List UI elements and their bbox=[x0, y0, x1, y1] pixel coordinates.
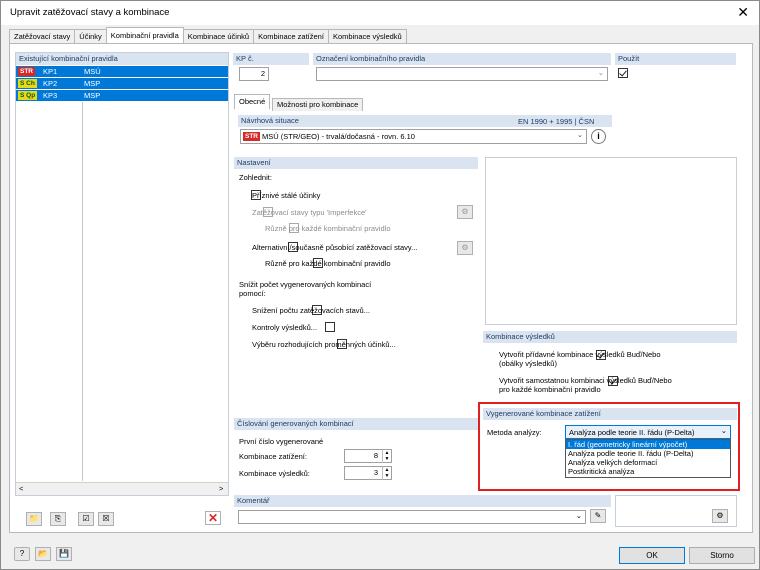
spinner-icon[interactable]: ▲ ▼ bbox=[382, 467, 391, 480]
load-combinations-value: 8 bbox=[373, 451, 378, 460]
create-envelope-label: Vytvořit přídavné kombinace výsledků Buď… bbox=[499, 350, 661, 359]
result-combinations-value: 3 bbox=[373, 468, 378, 477]
comment-dropdown[interactable]: ⌄ bbox=[238, 510, 586, 524]
result-combinations-label: Kombinace výsledků: bbox=[239, 469, 310, 478]
open-icon[interactable]: 📂 bbox=[35, 547, 51, 561]
tab-moznosti[interactable]: Možnosti pro kombinace bbox=[272, 98, 364, 111]
type-badge: S Qp bbox=[18, 91, 38, 100]
rule-name: MSP bbox=[84, 91, 101, 100]
tab-kombinace-vysledku[interactable]: Kombinace výsledků bbox=[327, 29, 407, 43]
norm-label: EN 1990 + 1995 | ČSN bbox=[518, 117, 595, 126]
designation-header: Označení kombinačního pravidla bbox=[313, 53, 611, 65]
kp-number-field[interactable]: 2 bbox=[239, 67, 269, 81]
leading-actions-label: Výběru rozhodujících proměnných účinků..… bbox=[252, 340, 396, 349]
type-badge: S Ch bbox=[18, 79, 37, 88]
design-situation-dropdown[interactable]: STR MSÚ (STR/GEO) - trvalá/dočasná - rov… bbox=[240, 129, 587, 144]
list-item[interactable]: S Ch KP2 MSP bbox=[16, 78, 228, 89]
window-title: Upravit zatěžovací stavy a kombinace bbox=[10, 7, 170, 18]
favorable-label: Příznivé stálé účinky bbox=[252, 191, 321, 200]
design-situation-value: MSÚ (STR/GEO) - trvalá/dočasná - rovn. 6… bbox=[262, 132, 415, 141]
load-combinations-label: Kombinace zatížení: bbox=[239, 452, 307, 461]
different-rule-label-2: Různě pro každé kombinační pravidlo bbox=[265, 259, 391, 268]
alternative-edit-icon[interactable]: ⚙ bbox=[457, 241, 473, 255]
help-icon[interactable]: ? bbox=[14, 547, 30, 561]
str-badge: STR bbox=[243, 132, 260, 141]
separate-combination-label-2: pro každé kombinační pravidlo bbox=[499, 385, 601, 394]
chevron-down-icon[interactable]: ⌄ bbox=[576, 511, 582, 520]
consider-label: Zohlednit: bbox=[239, 173, 272, 182]
chevron-down-icon[interactable]: ⌄ bbox=[577, 130, 583, 139]
title-bar: Upravit zatěžovací stavy a kombinace ✕ bbox=[1, 1, 759, 25]
reduce-label: Snížit počet vygenerovaných kombinací po… bbox=[239, 280, 372, 298]
result-checks-label: Kontroly výsledků... bbox=[252, 323, 318, 332]
rules-list-header: Existující kombinační pravidla bbox=[16, 53, 228, 65]
horizontal-scrollbar[interactable]: < > bbox=[16, 482, 228, 495]
create-envelope-label-2: (obálky výsledků) bbox=[499, 359, 557, 368]
check-all-icon[interactable]: ☑ bbox=[78, 512, 94, 526]
chevron-down-icon[interactable]: ⌄ bbox=[598, 68, 604, 77]
tab-kombinace-zatizeni[interactable]: Kombinace zatížení bbox=[253, 29, 329, 43]
result-combinations-header: Kombinace výsledků bbox=[483, 331, 737, 343]
use-header: Použít bbox=[615, 53, 736, 65]
kp-header: KP č. bbox=[233, 53, 309, 65]
tab-zatezovaci-stavy[interactable]: Zatěžovací stavy bbox=[9, 29, 76, 43]
spinner-icon[interactable]: ▲ ▼ bbox=[382, 450, 391, 463]
copy-rule-icon[interactable]: ⎘ bbox=[50, 512, 66, 526]
main-tabs: Zatěžovací stavy Účinky Kombinační pravi… bbox=[9, 27, 407, 43]
type-badge: STR bbox=[18, 67, 35, 76]
highlight-frame bbox=[478, 402, 740, 491]
rule-name: MSÚ bbox=[84, 67, 101, 76]
numbering-header: Číslování generovaných kombinací bbox=[234, 418, 478, 430]
result-combinations-field[interactable]: 3 ▲ ▼ bbox=[344, 466, 392, 480]
reduce-cases-label: Snížení počtu zatěžovacích stavů... bbox=[252, 306, 370, 315]
comment-header: Komentář bbox=[234, 495, 611, 507]
separate-combination-label: Vytvořit samostatnou kombinaci výsledků … bbox=[499, 376, 672, 385]
use-checkbox[interactable] bbox=[618, 68, 628, 78]
list-item[interactable]: S Qp KP3 MSP bbox=[16, 90, 228, 101]
settings-header: Nastavení bbox=[234, 157, 478, 169]
rule-id: KP3 bbox=[43, 91, 58, 100]
close-icon[interactable]: ✕ bbox=[737, 4, 749, 21]
comment-edit-icon[interactable]: ✎ bbox=[590, 509, 606, 523]
list-item[interactable]: STR KP1 MSÚ bbox=[16, 66, 228, 77]
dialog-window: Upravit zatěžovací stavy a kombinace ✕ Z… bbox=[0, 0, 760, 570]
ok-button[interactable]: OK bbox=[619, 547, 685, 564]
result-checks-checkbox[interactable] bbox=[324, 322, 335, 332]
column-divider bbox=[82, 102, 83, 481]
tab-kombinace-ucinku[interactable]: Kombinace účinků bbox=[182, 29, 255, 43]
delete-icon[interactable]: ✕ bbox=[205, 511, 221, 525]
alternative-label: Alternativní/současně působící zatěžovac… bbox=[252, 243, 418, 252]
tab-kombinacni-pravidla[interactable]: Kombinační pravidla bbox=[105, 27, 184, 43]
info-icon[interactable]: i bbox=[591, 129, 606, 144]
designation-dropdown[interactable]: ⌄ bbox=[316, 67, 608, 81]
rule-name: MSP bbox=[84, 79, 101, 88]
tab-ucinky[interactable]: Účinky bbox=[74, 29, 107, 43]
tab-obecne[interactable]: Obecné bbox=[234, 94, 271, 109]
imperfection-label: Zatěžovací stavy typu 'Imperfekce' bbox=[252, 208, 367, 217]
imperfection-edit-icon[interactable]: ⚙ bbox=[457, 205, 473, 219]
load-combinations-field[interactable]: 8 ▲ ▼ bbox=[344, 449, 392, 463]
uncheck-all-icon[interactable]: ☒ bbox=[98, 512, 114, 526]
rule-id: KP2 bbox=[43, 79, 58, 88]
cancel-button[interactable]: Storno bbox=[689, 547, 755, 564]
first-number-label: První číslo vygenerované bbox=[239, 437, 324, 446]
settings-icon[interactable]: ⚙ bbox=[712, 509, 728, 523]
rule-id: KP1 bbox=[43, 67, 58, 76]
rules-list: Existující kombinační pravidla STR KP1 M… bbox=[15, 52, 229, 496]
scroll-left-icon[interactable]: < bbox=[19, 484, 23, 493]
different-rule-label-1: Různě pro každé kombinační pravidlo bbox=[265, 224, 391, 233]
save-icon[interactable]: 💾 bbox=[56, 547, 72, 561]
new-rule-icon[interactable]: 📁 bbox=[26, 512, 42, 526]
preview-panel bbox=[485, 157, 737, 325]
scroll-right-icon[interactable]: > bbox=[219, 484, 223, 493]
